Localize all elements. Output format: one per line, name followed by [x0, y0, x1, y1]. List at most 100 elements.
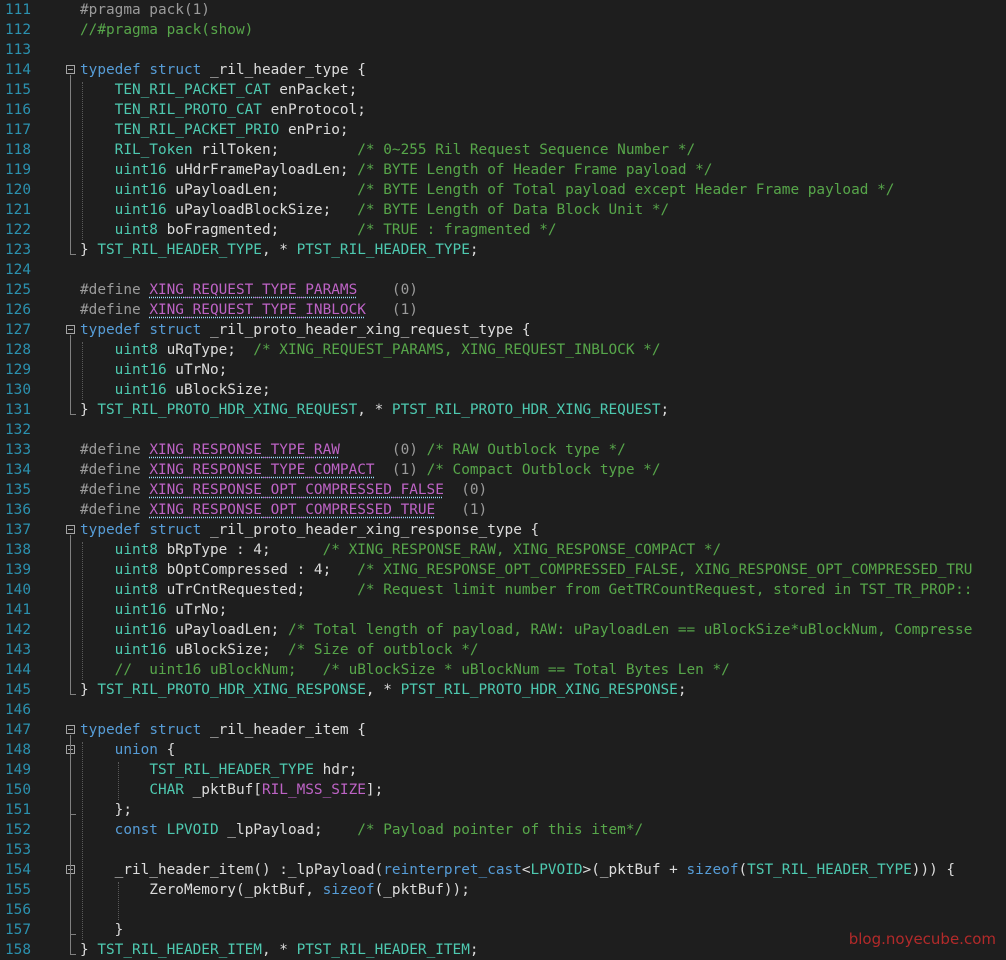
- code-line[interactable]: 138 uint8 bRpType : 4; /* XING_RESPONSE_…: [0, 540, 1006, 560]
- outline-guide-end: [70, 694, 76, 695]
- code-line[interactable]: 112 //#pragma pack(show): [0, 20, 1006, 40]
- code-line[interactable]: 145} TST_RIL_PROTO_HDR_XING_RESPONSE, * …: [0, 680, 1006, 700]
- code-line[interactable]: 134 #define XING_RESPONSE_TYPE_COMPACT (1…: [0, 460, 1006, 480]
- code-line[interactable]: 121 uint16 uPayloadBlockSize; /* BYTE Le…: [0, 200, 1006, 220]
- collapse-icon[interactable]: [66, 525, 75, 534]
- code-line[interactable]: 126 #define XING_REQUEST_TYPE_INBLOCK (1): [0, 300, 1006, 320]
- code-line[interactable]: 147 typedef struct _ril_header_item {: [0, 720, 1006, 740]
- code-line[interactable]: 130 uint16 uBlockSize;: [0, 380, 1006, 400]
- code-line[interactable]: 120 uint16 uPayloadLen; /* BYTE Length o…: [0, 180, 1006, 200]
- code-line[interactable]: 140 uint8 uTrCntRequested; /* Request li…: [0, 580, 1006, 600]
- code-token: ))) {: [911, 862, 956, 878]
- code-line[interactable]: 137 typedef struct _ril_proto_header_xing…: [0, 520, 1006, 540]
- code-token: rilToken;: [192, 142, 358, 158]
- code-text: uint16 uTrNo;: [80, 600, 228, 620]
- code-line[interactable]: 114 typedef struct _ril_header_type {: [0, 60, 1006, 80]
- code-line[interactable]: 115 TEN_RIL_PACKET_CAT enPacket;: [0, 80, 1006, 100]
- code-token: uint16: [114, 182, 167, 198]
- code-line[interactable]: 117 TEN_RIL_PACKET_PRIO enPrio;: [0, 120, 1006, 140]
- code-line[interactable]: 116 TEN_RIL_PROTO_CAT enProtocol;: [0, 100, 1006, 120]
- code-line[interactable]: 123} TST_RIL_HEADER_TYPE, * PTST_RIL_HEA…: [0, 240, 1006, 260]
- line-number: 140: [5, 582, 31, 598]
- code-token: XING_RESPONSE_OPT_COMPRESSED_FALSE: [149, 482, 444, 498]
- code-token: TST_RIL_HEADER_TYPE: [747, 862, 912, 878]
- code-token: (1): [365, 302, 418, 318]
- code-token: uBlockSize;: [166, 642, 288, 658]
- code-line[interactable]: 156: [0, 900, 1006, 920]
- line-number: 149: [5, 762, 31, 778]
- collapse-icon[interactable]: [66, 325, 75, 334]
- code-line[interactable]: 122 uint8 boFragmented; /* TRUE : fragme…: [0, 220, 1006, 240]
- code-token: sizeof: [686, 862, 739, 878]
- code-text: #define XING_RESPONSE_TYPE_COMPACT (1) /…: [80, 460, 661, 480]
- code-token: }: [80, 242, 98, 258]
- code-line[interactable]: 143 uint16 uBlockSize; /* Size of outblo…: [0, 640, 1006, 660]
- code-line[interactable]: 151 };: [0, 800, 1006, 820]
- code-token: (1): [435, 502, 488, 518]
- code-text: // uint16 uBlockNum; /* uBlockSize * uBl…: [80, 660, 730, 680]
- code-token: // uint16 uBlockNum; /* uBlockSize * uBl…: [114, 662, 730, 678]
- line-number: 155: [5, 882, 31, 898]
- code-token: PTST_RIL_HEADER_ITEM: [296, 942, 470, 958]
- code-token: uint16: [114, 382, 167, 398]
- code-line[interactable]: 119 uint16 uHdrFramePayloadLen; /* BYTE …: [0, 160, 1006, 180]
- code-text: typedef struct _ril_header_item {: [80, 720, 366, 740]
- collapse-icon[interactable]: [66, 725, 75, 734]
- line-number: 150: [5, 782, 31, 798]
- code-line[interactable]: 125 #define XING_REQUEST_TYPE_PARAMS (0): [0, 280, 1006, 300]
- line-number: 115: [5, 82, 31, 98]
- code-token: ];: [365, 782, 384, 798]
- code-text: #define XING_RESPONSE_OPT_COMPRESSED_TRU…: [80, 500, 487, 520]
- code-line[interactable]: 135 #define XING_RESPONSE_OPT_COMPRESSED_…: [0, 480, 1006, 500]
- code-line[interactable]: 154 _ril_header_item() :_lpPayload(reint…: [0, 860, 1006, 880]
- line-number: 134: [5, 462, 31, 478]
- code-line[interactable]: 155 ZeroMemory(_pktBuf, sizeof(_pktBuf))…: [0, 880, 1006, 900]
- code-line[interactable]: 144 // uint16 uBlockNum; /* uBlockSize *…: [0, 660, 1006, 680]
- code-token: XING_REQUEST_TYPE_INBLOCK: [149, 302, 366, 318]
- code-line[interactable]: 139 uint8 bOptCompressed : 4; /* XING_RE…: [0, 560, 1006, 580]
- code-token: reinterpret_cast: [383, 862, 522, 878]
- code-line[interactable]: 132: [0, 420, 1006, 440]
- watermark-text: blog.noyecube.com: [848, 930, 996, 948]
- code-line[interactable]: 148 union {: [0, 740, 1006, 760]
- code-line[interactable]: 128 uint8 uRqType; /* XING_REQUEST_PARAM…: [0, 340, 1006, 360]
- code-line[interactable]: 131} TST_RIL_PROTO_HDR_XING_REQUEST, * P…: [0, 400, 1006, 420]
- code-line[interactable]: 150 CHAR _pktBuf[RIL_MSS_SIZE];: [0, 780, 1006, 800]
- code-token: struct: [149, 322, 202, 338]
- code-line[interactable]: 146: [0, 700, 1006, 720]
- outline-guide: [82, 742, 83, 940]
- code-token: /* Request limit number from GetTRCountR…: [357, 582, 973, 598]
- collapse-icon[interactable]: [66, 65, 75, 74]
- code-line[interactable]: 127 typedef struct _ril_proto_header_xing…: [0, 320, 1006, 340]
- code-text: #define XING_RESPONSE_OPT_COMPRESSED_FAL…: [80, 480, 487, 500]
- code-text: uint8 uRqType; /* XING_REQUEST_PARAMS, X…: [80, 340, 661, 360]
- code-line[interactable]: 124: [0, 260, 1006, 280]
- code-line[interactable]: 133 #define XING_RESPONSE_TYPE_RAW (0) /*…: [0, 440, 1006, 460]
- code-line[interactable]: 118 RIL_Token rilToken; /* 0~255 Ril Req…: [0, 140, 1006, 160]
- code-editor[interactable]: 111 #pragma pack(1) 112 //#pragma pack(show…: [0, 0, 1006, 960]
- code-line[interactable]: 142 uint16 uPayloadLen; /* Total length …: [0, 620, 1006, 640]
- code-token: TST_RIL_PROTO_HDR_XING_REQUEST: [97, 402, 358, 418]
- code-line[interactable]: 149 TST_RIL_HEADER_TYPE hdr;: [0, 760, 1006, 780]
- code-line[interactable]: 136 #define XING_RESPONSE_OPT_COMPRESSED_…: [0, 500, 1006, 520]
- code-token: XING_RESPONSE_TYPE_RAW: [149, 442, 340, 458]
- code-line[interactable]: 111 #pragma pack(1): [0, 0, 1006, 20]
- code-line[interactable]: 153: [0, 840, 1006, 860]
- line-number: 136: [5, 502, 31, 518]
- code-line[interactable]: 141 uint16 uTrNo;: [0, 600, 1006, 620]
- code-token: ;: [660, 402, 670, 418]
- code-line[interactable]: 152 const LPVOID _lpPayload; /* Payload …: [0, 820, 1006, 840]
- code-line[interactable]: 129 uint16 uTrNo;: [0, 360, 1006, 380]
- code-token: bOptCompressed : 4;: [157, 562, 358, 578]
- code-token: uint16: [114, 642, 167, 658]
- line-number: 116: [5, 102, 31, 118]
- code-token: typedef: [80, 62, 141, 78]
- code-token: #define: [80, 302, 150, 318]
- line-number: 117: [5, 122, 31, 138]
- code-line[interactable]: 113: [0, 40, 1006, 60]
